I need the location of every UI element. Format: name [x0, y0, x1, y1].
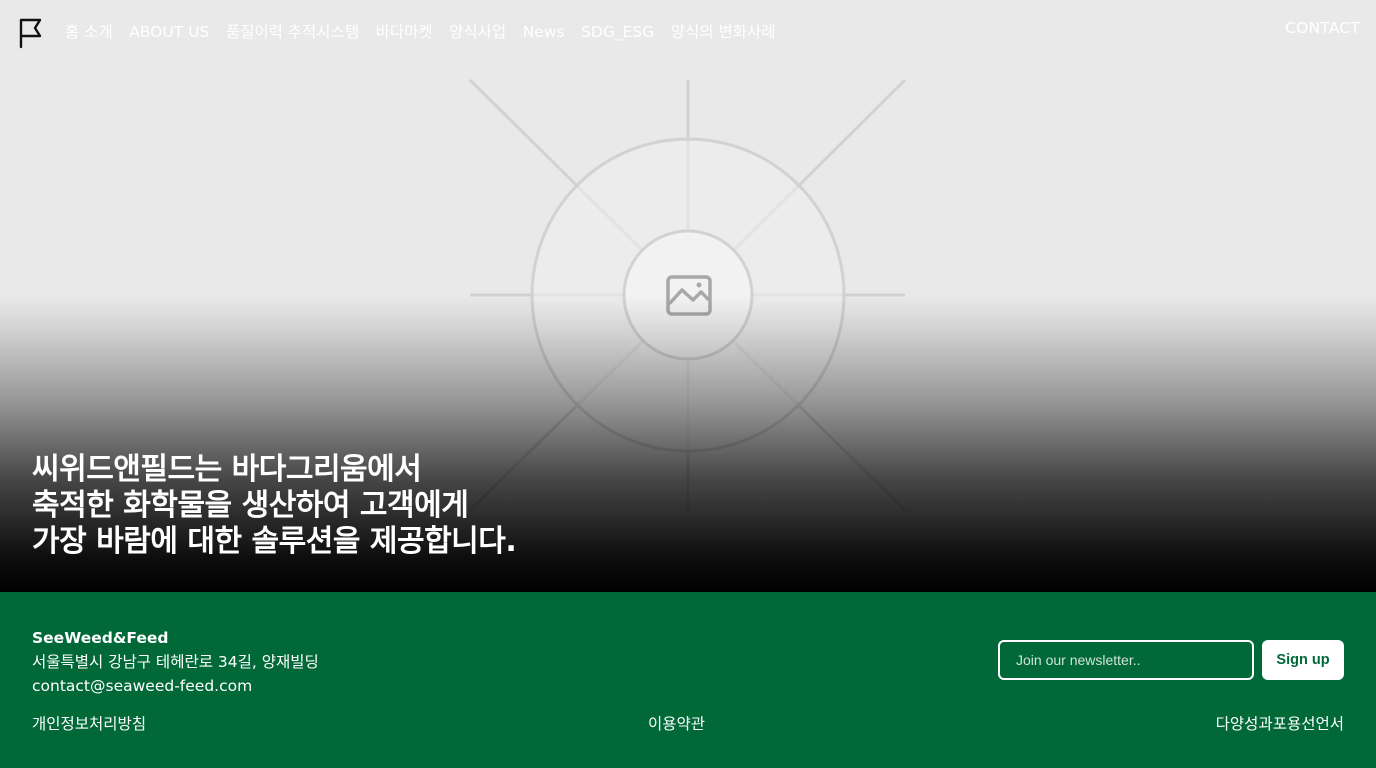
nav-link-news[interactable]: News — [523, 22, 565, 42]
hero-section: 홈 소개 ABOUT US 품질이력 추적시스템 바다마켓 양식사업 News … — [0, 0, 1376, 592]
signup-button[interactable]: Sign up — [1262, 640, 1344, 680]
top-navigation: 홈 소개 ABOUT US 품질이력 추적시스템 바다마켓 양식사업 News … — [0, 0, 1376, 64]
nav-link-aquaculture[interactable]: 양식사업 — [449, 22, 506, 42]
flag-icon[interactable] — [18, 17, 46, 49]
company-address: 서울특별시 강남구 테헤란로 34길, 양재빌딩 — [32, 653, 319, 671]
nav-link-sea-market[interactable]: 바다마켓 — [376, 22, 433, 42]
nav-link-aquaculture-cases[interactable]: 양식의 변화사례 — [671, 22, 776, 42]
footer-link-privacy-policy[interactable]: 개인정보처리방침 — [32, 712, 146, 736]
newsletter-email-input[interactable] — [998, 640, 1254, 680]
hero-headline: 씨위드앤필드는 바다그리움에서 축적한 화학물을 생산하여 고객에게 가장 바람… — [32, 452, 517, 560]
company-name: SeeWeed&Feed — [32, 629, 169, 647]
nav-link-contact[interactable]: CONTACT — [1285, 18, 1360, 38]
nav-link-about-us[interactable]: ABOUT US — [129, 22, 209, 42]
hero-headline-line: 축적한 화학물을 생산하여 고객에게 — [32, 488, 469, 523]
footer-link-terms[interactable]: 이용약관 — [648, 712, 705, 736]
nav-link-home-intro[interactable]: 홈 소개 — [65, 22, 113, 42]
footer-link-diversity-statement[interactable]: 다양성과포용선언서 — [1216, 712, 1344, 736]
nav-link-quality-tracking[interactable]: 품질이력 추적시스템 — [226, 22, 359, 42]
nav-links: 홈 소개 ABOUT US 품질이력 추적시스템 바다마켓 양식사업 News … — [65, 22, 792, 42]
company-info: SeeWeed&Feed 서울특별시 강남구 테헤란로 34길, 양재빌딩 co… — [32, 626, 319, 698]
footer-links: 개인정보처리방침 이용약관 다양성과포용선언서 — [32, 712, 1344, 736]
company-email[interactable]: contact@seaweed-feed.com — [32, 674, 319, 698]
site-footer: SeeWeed&Feed 서울특별시 강남구 테헤란로 34길, 양재빌딩 co… — [0, 592, 1376, 768]
hero-headline-line: 씨위드앤필드는 바다그리움에서 — [32, 452, 422, 487]
nav-link-sdg-esg[interactable]: SDG_ESG — [581, 22, 654, 42]
hero-headline-line: 가장 바람에 대한 솔루션을 제공합니다. — [32, 524, 517, 559]
